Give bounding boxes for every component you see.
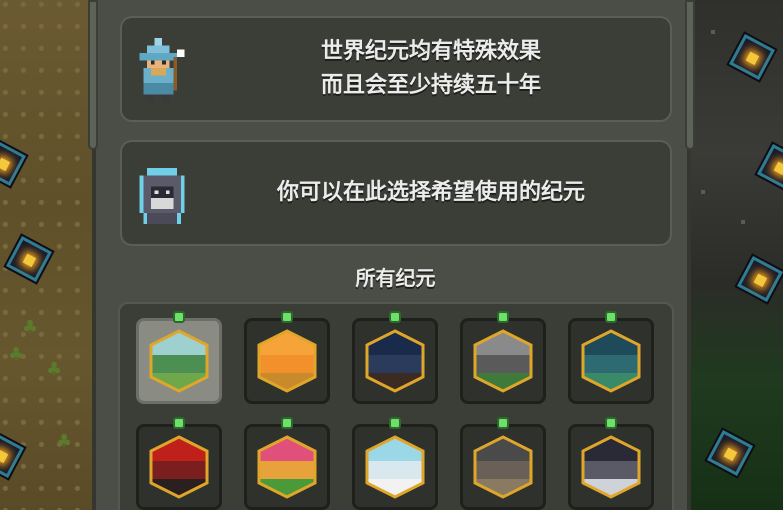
corrupted-cube-icon bbox=[737, 256, 783, 302]
era-status-pin bbox=[497, 311, 509, 323]
dialog-box-hooded: 你可以在此选择希望使用的纪元 bbox=[120, 140, 672, 246]
dialog-box-wizard: 世界纪元均有特殊效果 而且会至少持续五十年 bbox=[120, 16, 672, 122]
hooded-figure-avatar-icon bbox=[139, 167, 185, 225]
rain-era-icon bbox=[473, 329, 533, 393]
temperate-era-icon bbox=[149, 329, 209, 393]
rock-speck bbox=[701, 190, 705, 194]
dialog-line-3: 你可以在此选择希望使用的纪元 bbox=[276, 180, 585, 205]
era-status-pin bbox=[389, 311, 401, 323]
corrupted-cube-icon bbox=[729, 34, 775, 80]
winter-night-era-icon bbox=[581, 435, 641, 499]
era-slot-5[interactable] bbox=[568, 311, 654, 404]
rock-speck bbox=[741, 220, 745, 224]
era-slot-6[interactable] bbox=[136, 417, 222, 510]
chaos-red-era-icon bbox=[149, 435, 209, 499]
era-slot-9[interactable] bbox=[460, 417, 546, 510]
era-slot-3[interactable] bbox=[352, 311, 438, 404]
rock-speck bbox=[711, 30, 715, 34]
dialog-line-1: 世界纪元均有特殊效果 bbox=[320, 39, 541, 64]
corrupted-cube-icon bbox=[707, 430, 753, 476]
panel-rail-right bbox=[685, 0, 695, 150]
era-grid bbox=[118, 302, 674, 510]
world-map-right bbox=[691, 0, 783, 510]
era-status-pin bbox=[497, 417, 509, 429]
moon-night-era-icon bbox=[365, 329, 425, 393]
dialog-text: 你可以在此选择希望使用的纪元 bbox=[212, 142, 650, 244]
section-title: 所有纪元 bbox=[355, 266, 436, 290]
grass-icon: ♣ bbox=[22, 317, 39, 338]
world-map-left: ♣ ♣ ♣ ♣ bbox=[0, 0, 92, 510]
era-status-pin bbox=[605, 417, 617, 429]
corrupted-cube-icon bbox=[0, 140, 26, 186]
moon-glow-era-icon bbox=[581, 329, 641, 393]
era-slot-1[interactable] bbox=[136, 311, 222, 404]
sun-desert-era-icon bbox=[257, 329, 317, 393]
bloom-era-icon bbox=[257, 435, 317, 499]
wizard-avatar-icon bbox=[139, 38, 185, 102]
era-status-pin bbox=[281, 311, 293, 323]
snow-era-icon bbox=[365, 435, 425, 499]
ash-era-icon bbox=[473, 435, 533, 499]
era-slot-4[interactable] bbox=[460, 311, 546, 404]
corrupted-cube-icon bbox=[0, 432, 24, 478]
era-slot-2[interactable] bbox=[244, 311, 330, 404]
corrupted-cube-icon bbox=[757, 144, 783, 190]
era-status-pin bbox=[173, 311, 185, 323]
grass-icon: ♣ bbox=[46, 359, 63, 380]
dialog-line-2: 而且会至少持续五十年 bbox=[320, 73, 541, 98]
era-status-pin bbox=[389, 417, 401, 429]
era-slot-10[interactable] bbox=[568, 417, 654, 510]
era-status-pin bbox=[173, 417, 185, 429]
dialog-text: 世界纪元均有特殊效果 而且会至少持续五十年 bbox=[212, 18, 650, 120]
era-status-pin bbox=[605, 311, 617, 323]
era-selection-panel: 世界纪元均有特殊效果 而且会至少持续五十年 你可以在此选择希望使用的纪元 所有纪… bbox=[88, 0, 695, 510]
corrupted-cube-icon bbox=[6, 236, 52, 282]
grass-icon: ♣ bbox=[56, 431, 73, 452]
era-slot-7[interactable] bbox=[244, 417, 330, 510]
era-status-pin bbox=[281, 417, 293, 429]
panel-rail-left bbox=[88, 0, 98, 150]
grass-icon: ♣ bbox=[8, 344, 25, 365]
era-slot-8[interactable] bbox=[352, 417, 438, 510]
